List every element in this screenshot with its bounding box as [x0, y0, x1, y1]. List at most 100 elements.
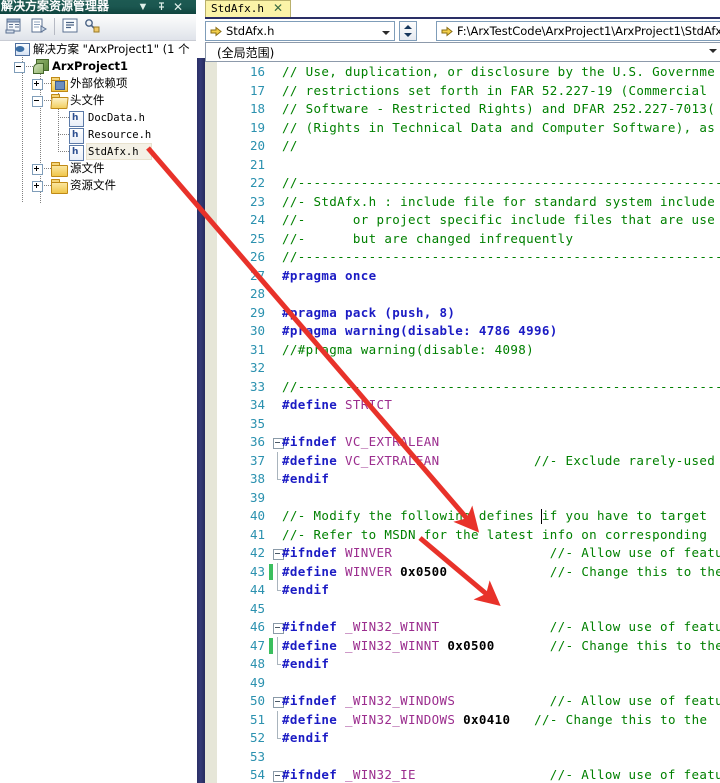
- expand-toggle-icon[interactable]: [32, 181, 43, 192]
- code-line[interactable]: 39: [205, 489, 720, 508]
- file-selector-combo[interactable]: StdAfx.h: [205, 21, 395, 41]
- code-line[interactable]: 21: [205, 156, 720, 175]
- collapse-toggle-icon[interactable]: [14, 62, 25, 73]
- code-token: VC_EXTRALEAN: [345, 434, 440, 449]
- code-line[interactable]: 40 //- Modify the following defines if yo…: [205, 507, 720, 526]
- code-line[interactable]: 47 #define _WIN32_WINNT 0x0500 //- Change…: [205, 636, 720, 655]
- pin-icon[interactable]: [155, 1, 167, 13]
- fold-stem: [277, 470, 278, 479]
- code-line[interactable]: 29 #pragma pack (push, 8): [205, 304, 720, 323]
- spinner-up-icon[interactable]: [404, 25, 412, 29]
- code-line[interactable]: 18 // Software - Restricted Rights) and D…: [205, 100, 720, 119]
- code-token: 0x0500: [447, 637, 495, 653]
- code-text: #define STRICT: [282, 396, 392, 415]
- code-text: // restrictions set forth in FAR 52.227-…: [282, 82, 707, 101]
- code-line[interactable]: 19 // (Rights in Technical Data and Compu…: [205, 119, 720, 138]
- code-line[interactable]: 48 #endif: [205, 655, 720, 674]
- code-line[interactable]: 41 //- Refer to MSDN for the latest info …: [205, 526, 720, 545]
- code-text: //- Modify the following defines if you …: [282, 507, 707, 526]
- fold-stem: [277, 710, 278, 729]
- code-line[interactable]: 38 #endif: [205, 470, 720, 489]
- tree-item-label: StdAfx.h: [88, 146, 139, 158]
- window-dropdown-icon[interactable]: ▼: [137, 1, 149, 13]
- line-number: 41: [249, 526, 265, 542]
- code-line[interactable]: 16 // Use, duplication, or disclosure by …: [205, 63, 720, 82]
- code-token: //: [282, 138, 298, 153]
- properties-window-icon[interactable]: [4, 17, 26, 37]
- header-file-icon: h: [69, 145, 84, 161]
- code-line[interactable]: 52 #endif: [205, 729, 720, 748]
- view-designer-icon[interactable]: [82, 17, 104, 37]
- code-token: #define: [282, 397, 346, 412]
- code-line[interactable]: 23 //- StdAfx.h : include file for standa…: [205, 193, 720, 212]
- code-line[interactable]: 43 #define WINVER 0x0500 //- Change this …: [205, 562, 720, 581]
- show-all-files-icon[interactable]: [28, 17, 50, 37]
- yellow-arrow-icon: [210, 26, 222, 37]
- code-line[interactable]: 45: [205, 600, 720, 619]
- code-token: #endif: [282, 656, 330, 671]
- tree-line: [58, 117, 69, 118]
- expand-toggle-icon[interactable]: [32, 164, 43, 175]
- line-number: 27: [249, 267, 265, 283]
- code-line[interactable]: 31 //#pragma warning(disable: 4098): [205, 341, 720, 360]
- code-token: _WIN32_WINDOWS: [345, 693, 456, 708]
- line-number: 49: [249, 674, 265, 690]
- tab-close-icon[interactable]: ✕: [273, 1, 283, 15]
- code-line[interactable]: 44 #endif: [205, 581, 720, 600]
- code-token: //- Allow use of featur: [549, 767, 720, 782]
- line-number: 36: [249, 434, 265, 449]
- code-line[interactable]: 33 //------------------------------------…: [205, 378, 720, 397]
- code-line[interactable]: 36 #ifndef VC_EXTRALEAN: [205, 433, 720, 452]
- line-number: 33: [249, 378, 265, 394]
- code-line[interactable]: 37 #define VC_EXTRALEAN //- Exclude rarel…: [205, 451, 720, 470]
- code-line[interactable]: 26 //------------------------------------…: [205, 248, 720, 267]
- solution-explorer-tree[interactable]: 解决方案 "ArxProject1" (1 个 ArxProject1 外部依赖…: [0, 41, 196, 783]
- code-line[interactable]: 50 #ifndef _WIN32_WINDOWS //- Allow use o…: [205, 692, 720, 711]
- code-line[interactable]: 34 #define STRICT: [205, 396, 720, 415]
- code-line[interactable]: 25 //- but are changed infrequently: [205, 230, 720, 249]
- code-line[interactable]: 32: [205, 359, 720, 378]
- tree-item-label: 解决方案 "ArxProject1" (1 个: [33, 42, 190, 56]
- code-token: //- Change this to the: [534, 711, 708, 727]
- code-text: //#pragma warning(disable: 4098): [282, 341, 534, 360]
- tree-line: [58, 151, 69, 152]
- code-line[interactable]: 24 //- or project specific include files …: [205, 211, 720, 230]
- code-editor-surface[interactable]: 16 // Use, duplication, or disclosure by …: [205, 62, 720, 783]
- code-text: // Use, duplication, or disclosure by th…: [282, 63, 715, 82]
- code-text: #endif: [282, 581, 329, 600]
- line-number: 50: [249, 693, 265, 708]
- code-text: //- or project specific include files th…: [282, 211, 715, 230]
- splitter-bar[interactable]: [197, 58, 205, 783]
- file-path-combo[interactable]: F:\ArxTestCode\ArxProject1\ArxProject1\S…: [436, 21, 720, 41]
- file-path-value: F:\ArxTestCode\ArxProject1\ArxProject1\S…: [457, 24, 720, 38]
- code-text: #endif: [282, 655, 329, 674]
- code-line[interactable]: 27 #pragma once: [205, 267, 720, 286]
- chevron-down-icon[interactable]: [709, 49, 717, 53]
- code-line[interactable]: 46 #ifndef _WIN32_WINNT //- Allow use of …: [205, 618, 720, 637]
- line-number: 48: [249, 656, 265, 671]
- header-file-icon: h: [69, 111, 84, 127]
- code-line[interactable]: 17 // restrictions set forth in FAR 52.22…: [205, 82, 720, 101]
- chevron-down-icon[interactable]: [380, 26, 392, 38]
- expand-toggle-icon[interactable]: [32, 79, 43, 90]
- code-line[interactable]: 22 //------------------------------------…: [205, 174, 720, 193]
- view-code-icon[interactable]: [60, 17, 82, 37]
- code-text: #ifndef _WIN32_WINDOWS //- Allow use of …: [282, 692, 720, 711]
- spinner-down-icon[interactable]: [404, 33, 412, 37]
- scope-bar[interactable]: (全局范围): [205, 42, 720, 62]
- code-line[interactable]: 53: [205, 748, 720, 767]
- tree-item-label: 外部依赖项: [70, 76, 128, 90]
- code-line[interactable]: 42 #ifndef WINVER //- Allow use of featur: [205, 544, 720, 563]
- navigation-spinner[interactable]: [399, 21, 417, 41]
- code-line[interactable]: 30 #pragma warning(disable: 4786 4996): [205, 322, 720, 341]
- collapse-toggle-icon[interactable]: [32, 96, 43, 107]
- code-lines[interactable]: 16 // Use, duplication, or disclosure by …: [205, 62, 720, 783]
- code-line[interactable]: 20 //: [205, 137, 720, 156]
- code-line[interactable]: 54 #ifndef _WIN32_IE //- Allow use of fea…: [205, 766, 720, 783]
- code-line[interactable]: 35: [205, 415, 720, 434]
- close-icon[interactable]: ✕: [172, 1, 184, 13]
- code-line[interactable]: 49: [205, 674, 720, 693]
- code-line[interactable]: 28: [205, 285, 720, 304]
- code-line[interactable]: 51 #define _WIN32_WINDOWS 0x0410 //- Chan…: [205, 710, 720, 729]
